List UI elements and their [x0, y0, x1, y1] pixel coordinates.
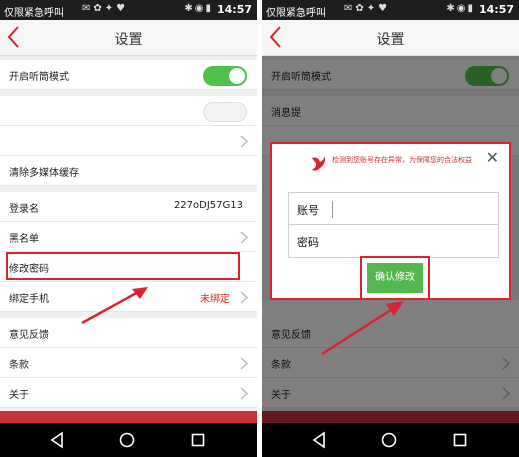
earpiece-mode-row: 开启听筒模式 [0, 60, 257, 90]
blurred-toggle[interactable] [203, 102, 247, 122]
bind-phone-status: 未绑定 [200, 294, 230, 305]
blurred-setting-row [0, 96, 257, 126]
nav-bar: 设置 [0, 20, 257, 56]
close-icon[interactable]: ✕ [486, 150, 499, 166]
chevron-right-icon [240, 387, 248, 400]
settings-screen: 仅限紧急呼叫 ✉✿✦♥ ✱◉▮ 14:57 设置 开启听筒模式 清除多媒体缓存 … [0, 0, 257, 457]
back-triangle-icon[interactable] [48, 431, 66, 449]
clear-cache-row[interactable]: 清除多媒体缓存 [0, 156, 257, 186]
status-bar: 仅限紧急呼叫 ✉✿✦♥ ✱◉▮ 14:57 [0, 0, 257, 20]
home-circle-icon[interactable] [380, 431, 398, 449]
terms-label: 条款 [9, 360, 29, 371]
chevron-right-icon [240, 357, 248, 370]
recents-square-icon[interactable] [451, 431, 469, 449]
account-field[interactable]: 账号 [288, 192, 499, 226]
pointer-arrow [321, 301, 404, 356]
android-nav-bar [0, 423, 257, 457]
page-title: 设置 [376, 32, 405, 48]
back-triangle-icon[interactable] [310, 431, 328, 449]
earpiece-mode-toggle[interactable] [203, 66, 247, 86]
clock: 14:57 [478, 3, 514, 16]
terms-row[interactable]: 条款 [0, 348, 257, 378]
blacklist-label: 黑名单 [9, 234, 39, 245]
carrier-text: 仅限紧急呼叫 [4, 8, 64, 19]
carrier-text: 仅限紧急呼叫 [266, 8, 326, 19]
bottom-red-bar [0, 411, 257, 423]
app-logo-icon [312, 156, 326, 171]
home-circle-icon[interactable] [118, 431, 136, 449]
login-name-value: 227oDJ57G13 [173, 200, 243, 211]
signal-wifi-battery-icon: ✱◉▮ [446, 3, 475, 14]
chevron-right-icon [240, 135, 248, 148]
signal-wifi-battery-icon: ✱◉▮ [184, 3, 213, 14]
page-title: 设置 [114, 32, 143, 48]
android-nav-bar [262, 423, 519, 457]
about-row[interactable]: 关于 [0, 378, 257, 408]
feedback-label: 意见反馈 [9, 330, 49, 341]
pointer-arrow [81, 287, 148, 325]
nav-bar: 设置 [262, 20, 519, 56]
text-cursor [332, 201, 333, 218]
change-password-highlight [6, 252, 240, 280]
dialog-message: 检测到您账号存在异常，为保障您的合法权益 [332, 156, 472, 164]
confirm-change-button[interactable]: 确认修改 [367, 263, 423, 293]
change-password-dialog: 检测到您账号存在异常，为保障您的合法权益 ✕ 账号 密码 确认修改 [270, 142, 511, 300]
password-field[interactable]: 密码 [288, 224, 499, 258]
login-name-row: 登录名 227oDJ57G13 [0, 192, 257, 222]
settings-screen-with-dialog: 仅限紧急呼叫 ✉✿✦♥ ✱◉▮ 14:57 设置 开启听筒模式 消息提 意见反馈… [262, 0, 519, 457]
blacklist-row[interactable]: 黑名单 [0, 222, 257, 252]
earpiece-mode-label: 开启听筒模式 [9, 72, 69, 83]
password-label: 密码 [297, 236, 319, 249]
about-label: 关于 [9, 390, 29, 401]
bind-phone-label: 绑定手机 [9, 294, 49, 305]
confirm-button-highlight: 确认修改 [360, 256, 430, 300]
chevron-right-icon [240, 231, 248, 244]
clock: 14:57 [216, 3, 252, 16]
chevron-right-icon [240, 291, 248, 304]
recents-square-icon[interactable] [189, 431, 207, 449]
notification-icons: ✉✿✦♥ [82, 3, 129, 14]
login-name-label: 登录名 [9, 204, 39, 215]
clear-cache-label: 清除多媒体缓存 [9, 168, 79, 179]
notification-icons: ✉✿✦♥ [344, 3, 391, 14]
blurred-setting-row-2[interactable] [0, 126, 257, 156]
account-label: 账号 [297, 204, 319, 217]
status-bar: 仅限紧急呼叫 ✉✿✦♥ ✱◉▮ 14:57 [262, 0, 519, 20]
